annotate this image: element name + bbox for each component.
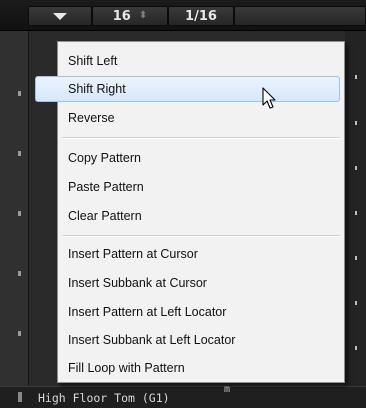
menu-item-insert-pattern-at-cursor[interactable]: Insert Pattern at Cursor bbox=[58, 241, 344, 267]
grid-marker bbox=[355, 211, 357, 215]
menu-item-fill-loop-with-pattern[interactable]: Fill Loop with Pattern bbox=[58, 355, 344, 381]
resolution-field[interactable]: 1/16 bbox=[168, 6, 234, 26]
grid-marker bbox=[355, 301, 357, 305]
pattern-toolbar: 16 ⬍ 1/16 bbox=[0, 0, 366, 31]
grid-marker bbox=[355, 75, 357, 79]
menu-item-insert-subbank-at-cursor[interactable]: Insert Subbank at Cursor bbox=[58, 270, 344, 296]
menu-item-shift-left[interactable]: Shift Left bbox=[58, 48, 344, 74]
row-handle-icon bbox=[18, 392, 22, 402]
menu-item-shift-right[interactable]: Shift Right bbox=[35, 76, 340, 102]
menu-separator bbox=[62, 235, 340, 237]
spinner-arrows-icon[interactable]: ⬍ bbox=[139, 11, 147, 21]
steps-field[interactable]: 16 ⬍ bbox=[92, 6, 168, 26]
instrument-name: High Floor Tom (G1) bbox=[38, 391, 170, 405]
row-marker bbox=[18, 91, 21, 96]
mouse-pointer-icon bbox=[262, 87, 276, 109]
row-marker bbox=[18, 331, 21, 336]
steps-value: 16 bbox=[112, 8, 131, 24]
row-marker bbox=[18, 271, 21, 276]
mute-marker[interactable]: m bbox=[224, 384, 230, 395]
grid-marker bbox=[355, 166, 357, 170]
menu-item-insert-pattern-at-left-locator[interactable]: Insert Pattern at Left Locator bbox=[58, 299, 344, 325]
grid-marker bbox=[355, 256, 357, 260]
pad-column bbox=[0, 31, 29, 407]
menu-item-reverse[interactable]: Reverse bbox=[58, 105, 344, 131]
instrument-row[interactable]: High Floor Tom (G1) m bbox=[0, 384, 366, 408]
grid-marker bbox=[355, 346, 357, 350]
step-grid-edge bbox=[345, 31, 366, 407]
pattern-context-menu: Shift Left Shift Right Reverse Copy Patt… bbox=[35, 41, 345, 383]
toolbar-empty-field bbox=[234, 6, 366, 26]
row-marker bbox=[18, 151, 21, 156]
pattern-menu-button[interactable] bbox=[28, 6, 92, 26]
row-marker bbox=[18, 211, 21, 216]
menu-separator bbox=[62, 137, 340, 139]
triangle-down-icon bbox=[53, 12, 67, 20]
resolution-value: 1/16 bbox=[185, 8, 217, 24]
menu-item-clear-pattern[interactable]: Clear Pattern bbox=[58, 203, 344, 229]
menu-item-paste-pattern[interactable]: Paste Pattern bbox=[58, 174, 344, 200]
menu-item-insert-subbank-at-left-locator[interactable]: Insert Subbank at Left Locator bbox=[58, 327, 344, 353]
menu-item-copy-pattern[interactable]: Copy Pattern bbox=[58, 145, 344, 171]
grid-marker bbox=[355, 121, 357, 125]
